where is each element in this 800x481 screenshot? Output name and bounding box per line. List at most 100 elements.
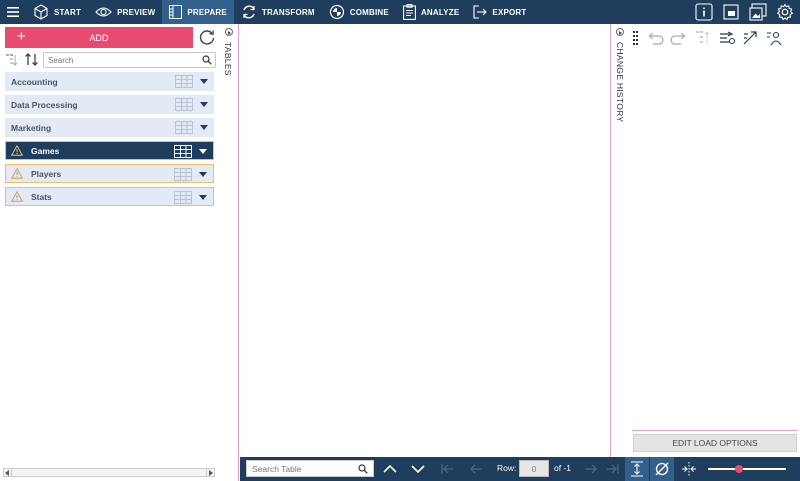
filter-steps-icon[interactable] <box>715 28 739 48</box>
combine-icon <box>329 4 344 20</box>
dropdown-arrow-icon[interactable] <box>199 172 207 177</box>
tab-combine-label: COMBINE <box>349 7 389 17</box>
next-row-icon[interactable] <box>582 461 600 477</box>
change-history-label[interactable]: CHANGE HISTORY <box>615 42 625 122</box>
table-item-label: Data Processing <box>11 99 78 110</box>
edit-load-options-button[interactable]: EDIT LOAD OPTIONS <box>633 434 797 452</box>
empty-set-icon <box>655 462 669 476</box>
table-grid-icon[interactable] <box>175 98 193 111</box>
tables-strip: TABLES <box>220 24 239 481</box>
tab-transform-label: TRANSFORM <box>261 7 315 17</box>
tab-analyze[interactable]: ANALYZE <box>396 0 466 24</box>
change-history-panel: EDIT LOAD OPTIONS <box>629 24 800 457</box>
tab-analyze-label: ANALYZE <box>420 7 460 17</box>
table-item-label: Games <box>31 145 60 156</box>
undo-icon[interactable] <box>643 28 667 48</box>
top-right-tools <box>694 0 800 24</box>
user-steps-icon[interactable] <box>763 28 787 48</box>
expand-steps-icon[interactable] <box>739 28 763 48</box>
tab-start[interactable]: START <box>26 0 88 24</box>
row-label: Row: <box>497 463 517 473</box>
cube-icon <box>34 4 48 20</box>
horizontal-scrollbar[interactable] <box>3 468 215 477</box>
refresh-icon[interactable] <box>198 28 216 46</box>
zoom-slider[interactable] <box>708 465 786 473</box>
chevron-down-icon[interactable] <box>409 461 427 477</box>
dropdown-arrow-icon[interactable] <box>199 195 207 200</box>
table-icon <box>169 5 183 19</box>
dropdown-arrow-icon[interactable] <box>200 125 208 130</box>
first-row-icon[interactable] <box>438 461 456 477</box>
warning-icon <box>11 145 23 156</box>
scrollbar-divider <box>11 468 12 477</box>
table-tools-row <box>4 51 216 69</box>
tables-strip-label[interactable]: TABLES <box>223 42 233 76</box>
table-item-accounting[interactable]: Accounting <box>5 72 214 91</box>
menu-icon[interactable] <box>0 0 26 24</box>
row-count-label: of -1 <box>554 463 572 473</box>
dropdown-arrow-icon[interactable] <box>200 79 208 84</box>
column-width-icon[interactable] <box>680 461 698 477</box>
table-item-marketing[interactable]: Marketing <box>5 118 214 137</box>
last-row-icon[interactable] <box>604 461 622 477</box>
search-icon[interactable] <box>202 55 212 65</box>
drag-handle-icon[interactable] <box>629 28 643 48</box>
tab-prepare-label: PREPARE <box>187 7 227 17</box>
tab-preview[interactable]: PREVIEW <box>88 0 162 24</box>
bottom-toolbar: Row: 0 of -1 <box>240 457 800 481</box>
table-grid-icon[interactable] <box>175 75 193 88</box>
tables-panel: + ADD Accounting Data Processing Marketi… <box>0 24 220 481</box>
table-canvas[interactable] <box>240 24 610 457</box>
collapse-tables-icon[interactable] <box>225 28 233 36</box>
edit-load-options-label: EDIT LOAD OPTIONS <box>672 438 758 448</box>
chevron-up-icon[interactable] <box>381 461 399 477</box>
redo-icon[interactable] <box>667 28 691 48</box>
add-button[interactable]: + ADD <box>5 27 193 48</box>
sort-options-icon[interactable] <box>5 53 19 67</box>
sort-icon[interactable] <box>24 52 40 67</box>
null-values-toggle[interactable] <box>650 457 674 481</box>
table-item-label: Stats <box>31 191 52 202</box>
search-icon[interactable] <box>358 464 368 474</box>
previous-row-icon[interactable] <box>467 461 485 477</box>
fit-height-icon <box>631 461 643 477</box>
tab-prepare[interactable]: PREPARE <box>162 0 234 24</box>
panel-divider <box>632 430 798 431</box>
table-item-label: Marketing <box>11 122 52 133</box>
table-item-players[interactable]: Players <box>5 164 214 183</box>
table-grid-icon[interactable] <box>174 168 192 181</box>
export-icon <box>473 5 488 19</box>
eye-icon <box>95 7 112 17</box>
warning-icon <box>11 191 23 202</box>
scroll-left-icon[interactable] <box>5 470 9 476</box>
fit-rows-toggle[interactable] <box>625 457 649 481</box>
clipboard-icon <box>403 4 416 20</box>
tab-combine[interactable]: COMBINE <box>322 0 396 24</box>
window-icon[interactable] <box>721 2 741 22</box>
collapse-history-icon[interactable] <box>616 28 624 36</box>
dropdown-arrow-icon[interactable] <box>200 102 208 107</box>
tab-export[interactable]: EXPORT <box>466 0 533 24</box>
row-number-input[interactable]: 0 <box>519 460 549 477</box>
scrollbar-divider <box>206 468 207 477</box>
cycle-icon <box>243 5 255 19</box>
tab-transform[interactable]: TRANSFORM <box>234 0 322 24</box>
top-navigation-bar: START PREVIEW PREPARE TRANSFORM COMBINE … <box>0 0 800 24</box>
zoom-slider-knob[interactable] <box>735 465 744 473</box>
search-table-input[interactable] <box>247 461 355 476</box>
table-item-games[interactable]: Games <box>5 141 214 160</box>
move-step-icon[interactable] <box>691 28 715 48</box>
table-item-stats[interactable]: Stats <box>5 187 214 206</box>
table-grid-icon[interactable] <box>174 191 192 204</box>
table-item-data-processing[interactable]: Data Processing <box>5 95 214 114</box>
image-help-icon[interactable] <box>748 2 768 22</box>
table-grid-icon[interactable] <box>175 121 193 134</box>
dropdown-arrow-icon[interactable] <box>199 149 207 154</box>
table-search-input[interactable] <box>44 53 194 67</box>
scroll-right-icon[interactable] <box>209 470 213 476</box>
table-grid-icon[interactable] <box>174 145 192 158</box>
table-list: Accounting Data Processing Marketing Gam… <box>5 72 214 210</box>
info-icon[interactable] <box>694 2 714 22</box>
history-toolbar <box>629 27 800 49</box>
settings-icon[interactable] <box>775 2 795 22</box>
